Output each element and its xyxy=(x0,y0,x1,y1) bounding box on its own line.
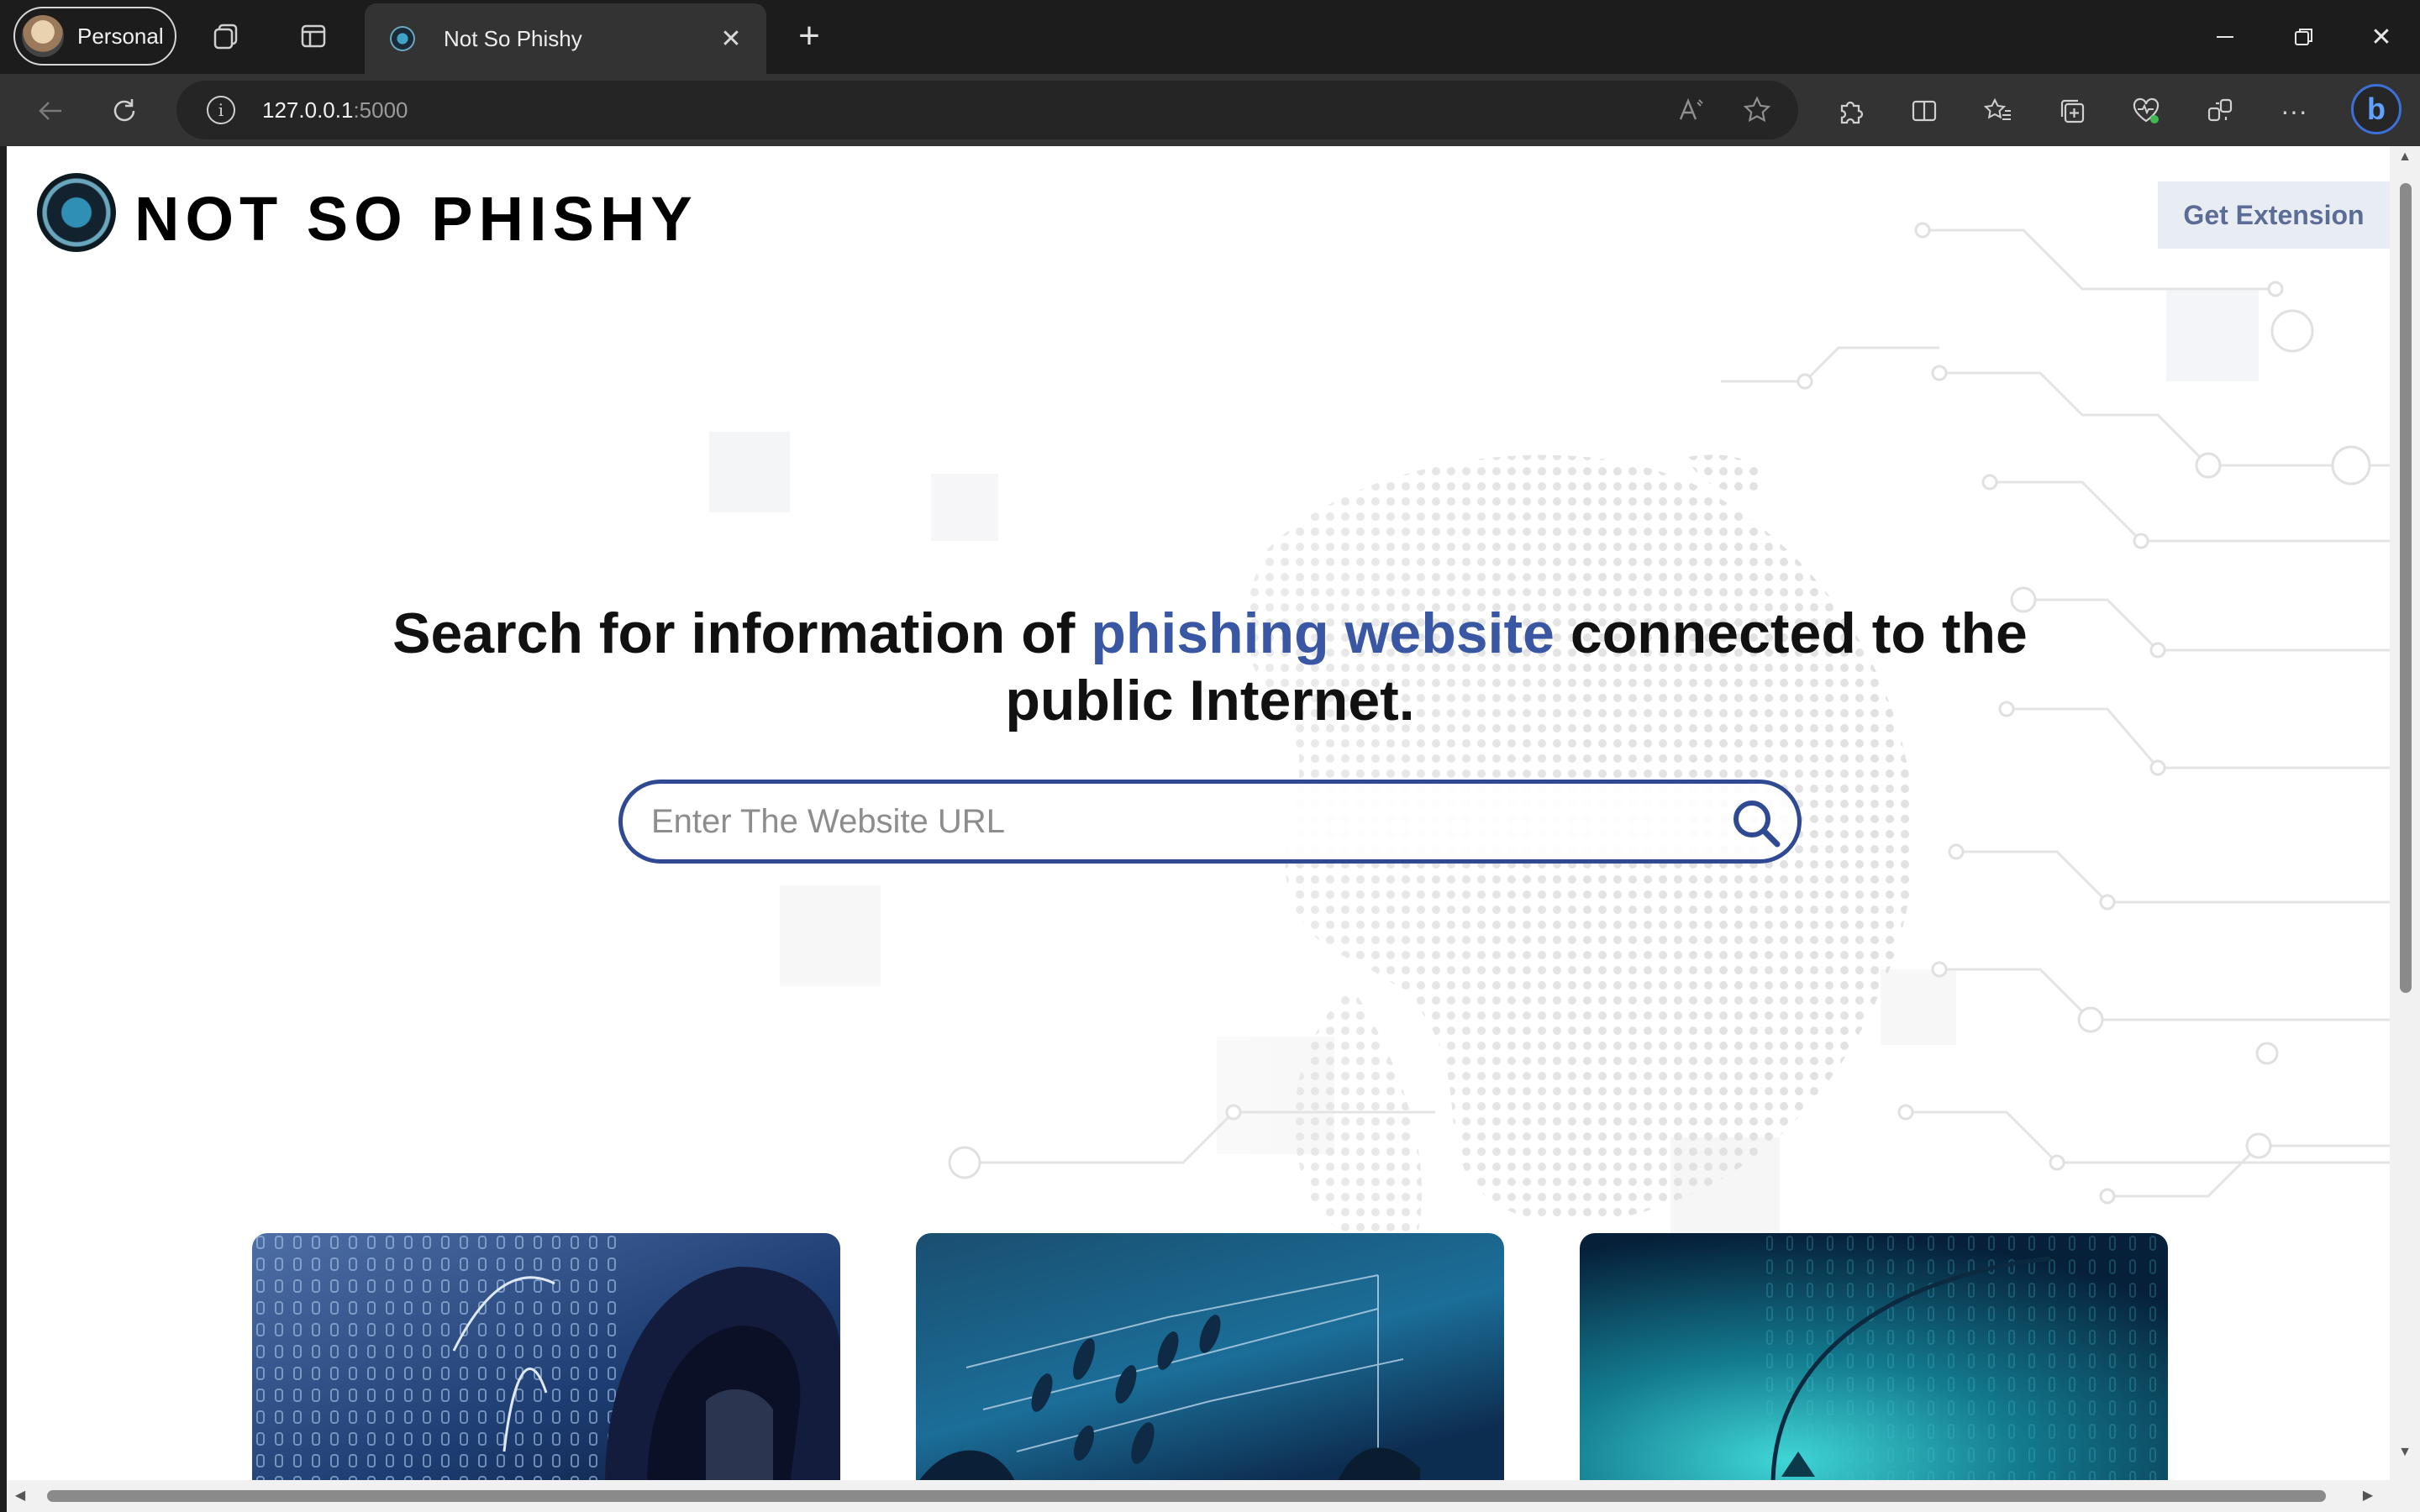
address-bar[interactable]: i 127.0.0.1:5000 xyxy=(176,81,1798,139)
hero-suffix: connected to the xyxy=(1554,601,2028,665)
read-aloud-icon[interactable] xyxy=(1672,91,1711,129)
fish-hooks-image xyxy=(916,1233,1504,1480)
vertical-scroll-thumb[interactable] xyxy=(2400,183,2412,993)
site-favicon-icon xyxy=(390,26,415,51)
performance-icon[interactable] xyxy=(2200,91,2240,131)
card-image-fish-hooks[interactable] xyxy=(916,1233,1504,1480)
page-viewport: NOT SO PHISHY Get Extension Search for i… xyxy=(7,146,2390,1480)
profile-button[interactable]: Personal xyxy=(13,7,176,66)
hooded-hacker-image xyxy=(252,1233,840,1480)
horizontal-scroll-thumb[interactable] xyxy=(47,1490,2326,1502)
tab-title: Not So Phishy xyxy=(444,25,582,51)
tab-not-so-phishy[interactable]: Not So Phishy ✕ xyxy=(365,3,766,74)
vertical-scrollbar[interactable]: ▲ ▼ xyxy=(2390,146,2420,1480)
scroll-up-arrow-icon[interactable]: ▲ xyxy=(2396,150,2413,166)
browser-toolbar: i 127.0.0.1:5000 ··· b xyxy=(0,74,2420,146)
card-image-fishing-hook[interactable] xyxy=(1580,1233,2168,1480)
profile-label: Personal xyxy=(77,23,164,49)
avatar xyxy=(22,15,64,57)
close-tab-icon[interactable]: ✕ xyxy=(714,22,748,55)
tab-strip: Personal Not So Phishy ✕ + ✕ xyxy=(0,0,2420,74)
horizontal-scrollbar[interactable]: ◀ ▶ xyxy=(7,1480,2390,1512)
site-info-icon[interactable]: i xyxy=(207,96,235,124)
hero-prefix: Search for information of xyxy=(392,601,1092,665)
extensions-icon[interactable] xyxy=(1830,91,1870,131)
hero-heading: Search for information of phishing websi… xyxy=(7,600,2390,734)
bing-copilot-icon[interactable]: b xyxy=(2351,84,2402,134)
scrollbar-corner xyxy=(2390,1480,2420,1512)
site-logo-icon[interactable] xyxy=(37,173,116,252)
card-image-hacker[interactable] xyxy=(252,1233,840,1480)
scroll-down-arrow-icon[interactable]: ▼ xyxy=(2396,1445,2413,1462)
fishing-hook-image xyxy=(1580,1233,2168,1480)
close-window-icon[interactable]: ✕ xyxy=(2354,12,2408,62)
get-extension-button[interactable]: Get Extension xyxy=(2158,181,2390,249)
favorites-icon[interactable] xyxy=(1978,91,2018,131)
scroll-right-arrow-icon[interactable]: ▶ xyxy=(2360,1487,2376,1504)
hero-accent: phishing website xyxy=(1091,601,1555,665)
workspaces-icon[interactable] xyxy=(207,17,245,55)
restore-icon[interactable] xyxy=(2277,12,2331,62)
url-search-input[interactable] xyxy=(651,802,1660,841)
hero-line-2: public Internet. xyxy=(1005,669,1415,732)
collections-icon[interactable] xyxy=(2052,91,2092,131)
browser-window: Personal Not So Phishy ✕ + ✕ i 127.0.0.1… xyxy=(0,0,2420,1512)
favorite-star-icon[interactable] xyxy=(1738,91,1776,129)
search-icon[interactable] xyxy=(1727,794,1786,853)
back-arrow-icon[interactable] xyxy=(30,91,71,131)
scroll-left-arrow-icon[interactable]: ◀ xyxy=(12,1487,29,1504)
site-brand-title[interactable]: NOT SO PHISHY xyxy=(134,183,698,255)
browser-essentials-icon[interactable] xyxy=(2126,91,2166,131)
new-tab-button[interactable]: + xyxy=(790,15,829,56)
more-options-icon[interactable]: ··· xyxy=(2274,91,2314,131)
refresh-icon[interactable] xyxy=(104,91,145,131)
split-screen-icon[interactable] xyxy=(1904,91,1944,131)
url-search-box[interactable] xyxy=(618,780,1802,864)
address-url: 127.0.0.1:5000 xyxy=(262,97,408,123)
tab-actions-icon[interactable] xyxy=(294,17,333,55)
minimize-icon[interactable] xyxy=(2198,12,2252,62)
